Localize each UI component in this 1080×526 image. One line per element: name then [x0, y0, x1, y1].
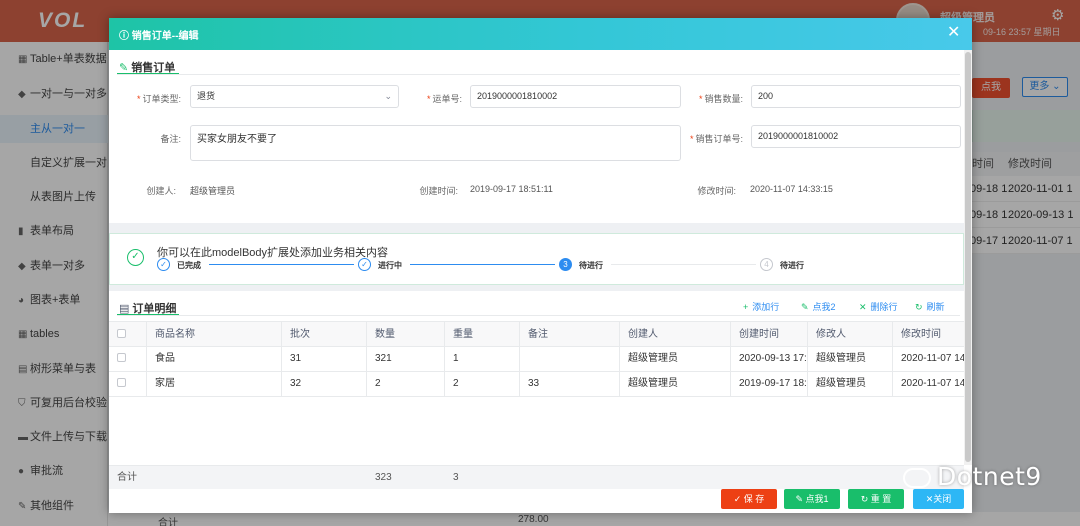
cell[interactable]: 1 — [445, 347, 520, 371]
sale-order-no-input[interactable]: 2019000001810002 — [751, 125, 961, 148]
steps-message: 你可以在此modelBody扩展处添加业务相关内容 — [157, 247, 389, 259]
cell[interactable]: 32 — [282, 372, 367, 396]
sale-qty-label: * 销售数量: — [698, 94, 743, 104]
step-connector — [410, 264, 555, 265]
table-header: 商品名称 批次 数量 重量 备注 创建人 创建时间 修改人 修改时间 — [109, 321, 964, 347]
modal-footer: ✓ 保 存 ✎ 点我1 ↻ 重 置 ✕关闭 — [109, 489, 972, 513]
modal-title: ⓘ 销售订单--编辑 — [119, 31, 199, 42]
wechat-icon — [903, 468, 931, 488]
table-row[interactable]: 食品 31 321 1 超级管理员 2020-09-13 17:1 超级管理员 … — [109, 347, 964, 372]
sale-qty-input[interactable]: 200 — [751, 85, 961, 108]
col-header[interactable]: 备注 — [520, 322, 620, 346]
update-time-label: 修改时间: — [697, 186, 736, 196]
modal-scrollbar[interactable] — [964, 50, 972, 465]
cell[interactable]: 321 — [367, 347, 445, 371]
step-2-label: 进行中 — [378, 261, 402, 270]
tracking-no-label: * 运单号: — [426, 94, 462, 104]
summary-row: 合计 323 3 — [109, 465, 964, 489]
col-header[interactable]: 重量 — [445, 322, 520, 346]
remark-label: 备注: — [160, 134, 181, 144]
col-header[interactable]: 创建时间 — [731, 322, 808, 346]
minus-icon: ✕ — [859, 302, 867, 312]
save-button[interactable]: ✓ 保 存 — [721, 489, 777, 509]
step-4-label: 待进行 — [780, 261, 804, 270]
cell[interactable]: 31 — [282, 347, 367, 371]
reset-button[interactable]: ↻ 重 置 — [848, 489, 904, 509]
section-divider — [117, 74, 960, 75]
cell[interactable]: 超级管理员 — [620, 372, 731, 396]
section-gap — [109, 285, 964, 291]
dianwo2-button[interactable]: ✎ 点我2 — [801, 300, 836, 313]
col-header[interactable]: 创建人 — [620, 322, 731, 346]
step-1-dot: ✓ — [157, 258, 170, 271]
cell[interactable] — [520, 347, 620, 371]
cell[interactable]: 2019-09-17 18:5 — [731, 372, 808, 396]
summary-weight: 3 — [453, 472, 459, 483]
remark-textarea[interactable]: 买家女朋友不要了 — [190, 125, 681, 161]
cell[interactable]: 2 — [367, 372, 445, 396]
cell[interactable]: 超级管理员 — [620, 347, 731, 371]
summary-qty: 323 — [375, 472, 392, 483]
cell[interactable]: 33 — [520, 372, 620, 396]
close-button[interactable]: ✕关闭 — [913, 489, 964, 509]
step-4-dot: 4 — [760, 258, 773, 271]
plus-icon: + — [743, 302, 749, 312]
order-type-label: * 订单类型: — [136, 94, 181, 104]
order-type-select[interactable]: 退货 ⌄ — [190, 85, 399, 108]
update-time-value: 2020-11-07 14:33:15 — [750, 184, 833, 194]
modal-header: ⓘ 销售订单--编辑 ✕ — [109, 18, 972, 50]
check-circle-icon: ✓ — [127, 249, 144, 266]
chevron-down-icon: ⌄ — [384, 91, 392, 101]
table-row[interactable]: 家居 32 2 2 33 超级管理员 2019-09-17 18:5 超级管理员… — [109, 372, 964, 397]
dianwo1-button[interactable]: ✎ 点我1 — [784, 489, 840, 509]
col-header[interactable]: 数量 — [367, 322, 445, 346]
step-connector — [209, 264, 354, 265]
step-connector — [611, 264, 756, 265]
cell[interactable]: 2 — [445, 372, 520, 396]
step-2-dot: ✓ — [358, 258, 371, 271]
step-1-label: 已完成 — [177, 261, 201, 270]
col-header[interactable]: 商品名称 — [147, 322, 282, 346]
cell[interactable]: 家居 — [147, 372, 282, 396]
creator-label: 创建人: — [146, 186, 176, 196]
add-row-button[interactable]: + 添加行 — [743, 300, 779, 313]
step-3-dot: 3 — [559, 258, 572, 271]
cell[interactable]: 超级管理员 — [808, 372, 893, 396]
edit-modal: ⓘ 销售订单--编辑 ✕ ✎ 销售订单 * 订单类型: 退货 ⌄ * 运单号: 2019… — [109, 18, 972, 513]
close-icon[interactable]: ✕ — [947, 23, 960, 43]
cell[interactable]: 2020-09-13 17:1 — [731, 347, 808, 371]
col-header[interactable]: 修改时间 — [893, 322, 964, 346]
cell[interactable]: 2020-11-07 14:3 — [893, 372, 964, 396]
row-checkbox[interactable] — [109, 347, 147, 371]
select-all-checkbox[interactable] — [109, 322, 147, 346]
col-header[interactable]: 批次 — [282, 322, 367, 346]
creator-value: 超级管理员 — [190, 186, 236, 196]
refresh-button[interactable]: ↻ 刷新 — [915, 300, 945, 313]
create-time-label: 创建时间: — [419, 186, 458, 196]
cell[interactable]: 2020-11-07 14:3 — [893, 347, 964, 371]
section-divider — [117, 315, 960, 316]
scroll-thumb[interactable] — [965, 52, 971, 462]
section-gap — [109, 223, 964, 233]
summary-label: 合计 — [117, 472, 137, 483]
sale-order-no-label: * 销售订单号: — [689, 134, 743, 144]
pencil-icon: ✎ — [801, 302, 809, 312]
step-3-label: 待进行 — [579, 261, 603, 270]
cell[interactable]: 超级管理员 — [808, 347, 893, 371]
delete-row-button[interactable]: ✕ 删除行 — [859, 300, 898, 313]
tracking-no-input[interactable]: 2019000001810002 — [470, 85, 681, 108]
refresh-icon: ↻ — [915, 302, 923, 312]
col-header[interactable]: 修改人 — [808, 322, 893, 346]
create-time-value: 2019-09-17 18:51:11 — [470, 184, 553, 194]
cell[interactable]: 食品 — [147, 347, 282, 371]
row-checkbox[interactable] — [109, 372, 147, 396]
